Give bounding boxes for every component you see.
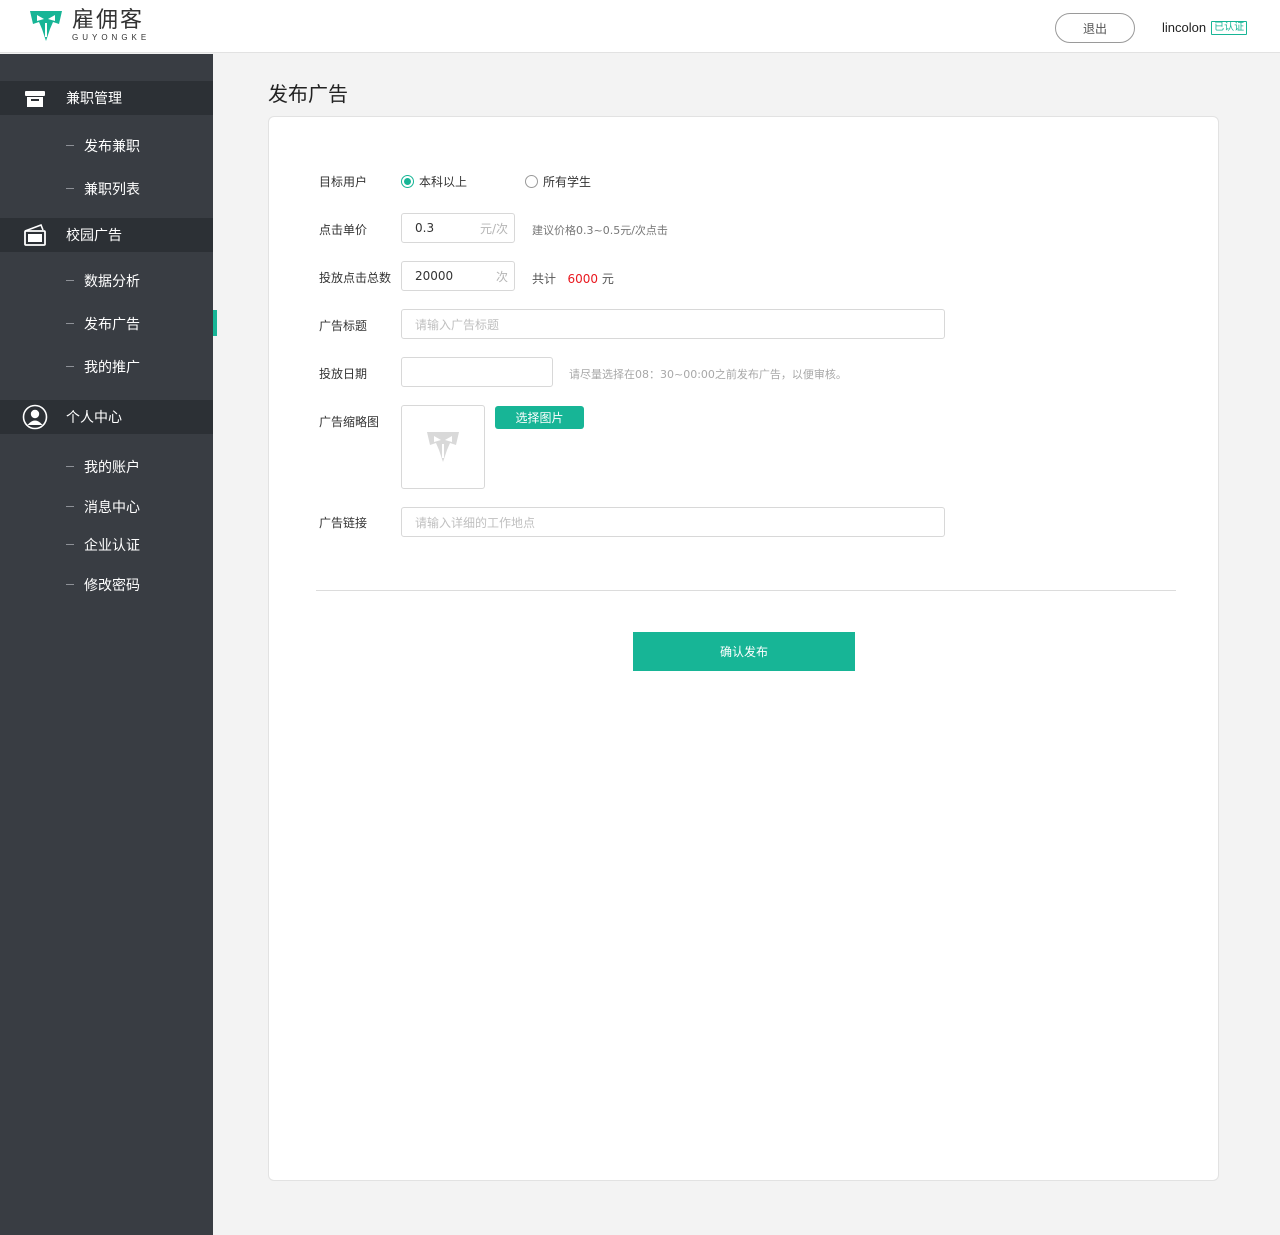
sidebar-item-messages[interactable]: 消息中心 bbox=[0, 492, 213, 522]
ad-title-placeholder: 请输入广告标题 bbox=[415, 317, 500, 332]
radio-checked-icon bbox=[401, 175, 414, 188]
ad-link-label: 广告链接 bbox=[319, 516, 368, 530]
sidebar-item-label: 发布兼职 bbox=[84, 139, 140, 155]
thumbnail-label: 广告缩略图 bbox=[319, 415, 380, 429]
sidebar-item-label: 数据分析 bbox=[84, 274, 140, 290]
ad-link-placeholder: 请输入详细的工作地点 bbox=[415, 515, 536, 530]
thumbnail-preview[interactable] bbox=[401, 405, 485, 489]
logout-button[interactable]: 退出 bbox=[1055, 13, 1135, 43]
briefcase-icon bbox=[25, 91, 45, 107]
sidebar-item-post-job[interactable]: 发布兼职 bbox=[0, 131, 213, 161]
total-cost: 共计 6000 元 bbox=[532, 270, 614, 287]
dash-icon bbox=[66, 506, 74, 507]
dash-icon bbox=[66, 188, 74, 189]
total-clicks-label: 投放点击总数 bbox=[319, 271, 392, 285]
ad-title-label: 广告标题 bbox=[319, 319, 368, 333]
total-cost-value: 6000 bbox=[567, 272, 599, 286]
total-clicks-suffix: 次 bbox=[495, 269, 508, 284]
total-clicks-input[interactable]: 20000 次 bbox=[401, 261, 515, 291]
unit-price-label: 点击单价 bbox=[319, 223, 368, 237]
sidebar-item-label: 我的账户 bbox=[84, 460, 140, 476]
dash-icon bbox=[66, 466, 74, 467]
sidebar-group-job-management[interactable]: 兼职管理 bbox=[0, 81, 213, 115]
sidebar-item-label: 我的推广 bbox=[84, 360, 140, 376]
form-divider bbox=[316, 590, 1176, 591]
sidebar-item-label: 企业认证 bbox=[84, 538, 140, 554]
logo-shield-icon bbox=[30, 11, 62, 41]
sidebar-item-my-promotion[interactable]: 我的推广 bbox=[0, 352, 213, 382]
unit-price-input[interactable]: 0.3 元/次 bbox=[401, 213, 515, 243]
sidebar-item-my-account[interactable]: 我的账户 bbox=[0, 452, 213, 482]
sidebar-item-job-list[interactable]: 兼职列表 bbox=[0, 174, 213, 204]
sidebar-group-campus-ads[interactable]: 校园广告 bbox=[0, 218, 213, 252]
ad-title-input[interactable]: 请输入广告标题 bbox=[401, 309, 945, 339]
total-cost-prefix: 共计 bbox=[532, 272, 557, 286]
unit-price-hint: 建议价格0.3~0.5元/次点击 bbox=[532, 224, 668, 237]
total-clicks-value: 20000 bbox=[415, 269, 454, 283]
username[interactable]: lincolon bbox=[1162, 20, 1206, 35]
ad-date-hint: 请尽量选择在08：30~00:00之前发布广告，以便审核。 bbox=[569, 368, 847, 381]
logo[interactable]: 雇佣客 GUYONGKE bbox=[28, 9, 150, 43]
placeholder-logo-icon bbox=[427, 432, 459, 462]
total-cost-unit: 元 bbox=[601, 272, 614, 286]
active-nav-indicator bbox=[213, 310, 217, 336]
wallet-icon bbox=[24, 223, 46, 246]
sidebar-item-post-ad[interactable]: 发布广告 bbox=[0, 309, 213, 339]
sidebar-group-label: 校园广告 bbox=[66, 228, 122, 244]
top-header: 雇佣客 GUYONGKE 退出 lincolon 已认证 bbox=[0, 0, 1280, 53]
logo-subtitle: GUYONGKE bbox=[72, 33, 151, 42]
user-icon bbox=[22, 404, 48, 430]
sidebar-group-label: 兼职管理 bbox=[66, 91, 122, 107]
confirm-publish-button[interactable]: 确认发布 bbox=[633, 632, 855, 671]
sidebar-item-label: 兼职列表 bbox=[84, 182, 140, 198]
dash-icon bbox=[66, 584, 74, 585]
unit-price-value: 0.3 bbox=[415, 221, 435, 235]
sidebar-item-label: 消息中心 bbox=[84, 500, 140, 516]
sidebar-item-data-analysis[interactable]: 数据分析 bbox=[0, 266, 213, 296]
user-info: lincolon 已认证 bbox=[1162, 20, 1248, 35]
dash-icon bbox=[66, 145, 74, 146]
sidebar-item-enterprise-verification[interactable]: 企业认证 bbox=[0, 530, 213, 560]
dash-icon bbox=[66, 366, 74, 367]
radio-all-students[interactable]: 所有学生 bbox=[525, 173, 591, 190]
radio-bachelor-above[interactable]: 本科以上 bbox=[401, 173, 467, 190]
dash-icon bbox=[66, 280, 74, 281]
radio-label: 本科以上 bbox=[419, 175, 468, 189]
sidebar-item-change-password[interactable]: 修改密码 bbox=[0, 570, 213, 600]
ad-date-label: 投放日期 bbox=[319, 367, 368, 381]
dash-icon bbox=[66, 544, 74, 545]
unit-price-suffix: 元/次 bbox=[479, 221, 508, 236]
sidebar-item-label: 修改密码 bbox=[84, 578, 140, 594]
radio-unchecked-icon bbox=[525, 175, 538, 188]
logo-name: 雇佣客 bbox=[72, 8, 145, 33]
sidebar-group-personal-center[interactable]: 个人中心 bbox=[0, 400, 213, 434]
choose-image-button[interactable]: 选择图片 bbox=[495, 406, 584, 429]
sidebar-item-label: 发布广告 bbox=[84, 317, 140, 333]
target-users-label: 目标用户 bbox=[319, 175, 368, 189]
verified-badge: 已认证 bbox=[1211, 20, 1248, 35]
radio-label: 所有学生 bbox=[543, 175, 592, 189]
sidebar: 兼职管理 发布兼职 兼职列表 校园广告 数据分析 发布广告 我的推广 个人中心 … bbox=[0, 54, 213, 1235]
sidebar-group-label: 个人中心 bbox=[66, 410, 122, 426]
ad-date-input[interactable] bbox=[401, 357, 553, 387]
dash-icon bbox=[66, 323, 74, 324]
page-title: 发布广告 bbox=[268, 82, 348, 106]
ad-link-input[interactable]: 请输入详细的工作地点 bbox=[401, 507, 945, 537]
